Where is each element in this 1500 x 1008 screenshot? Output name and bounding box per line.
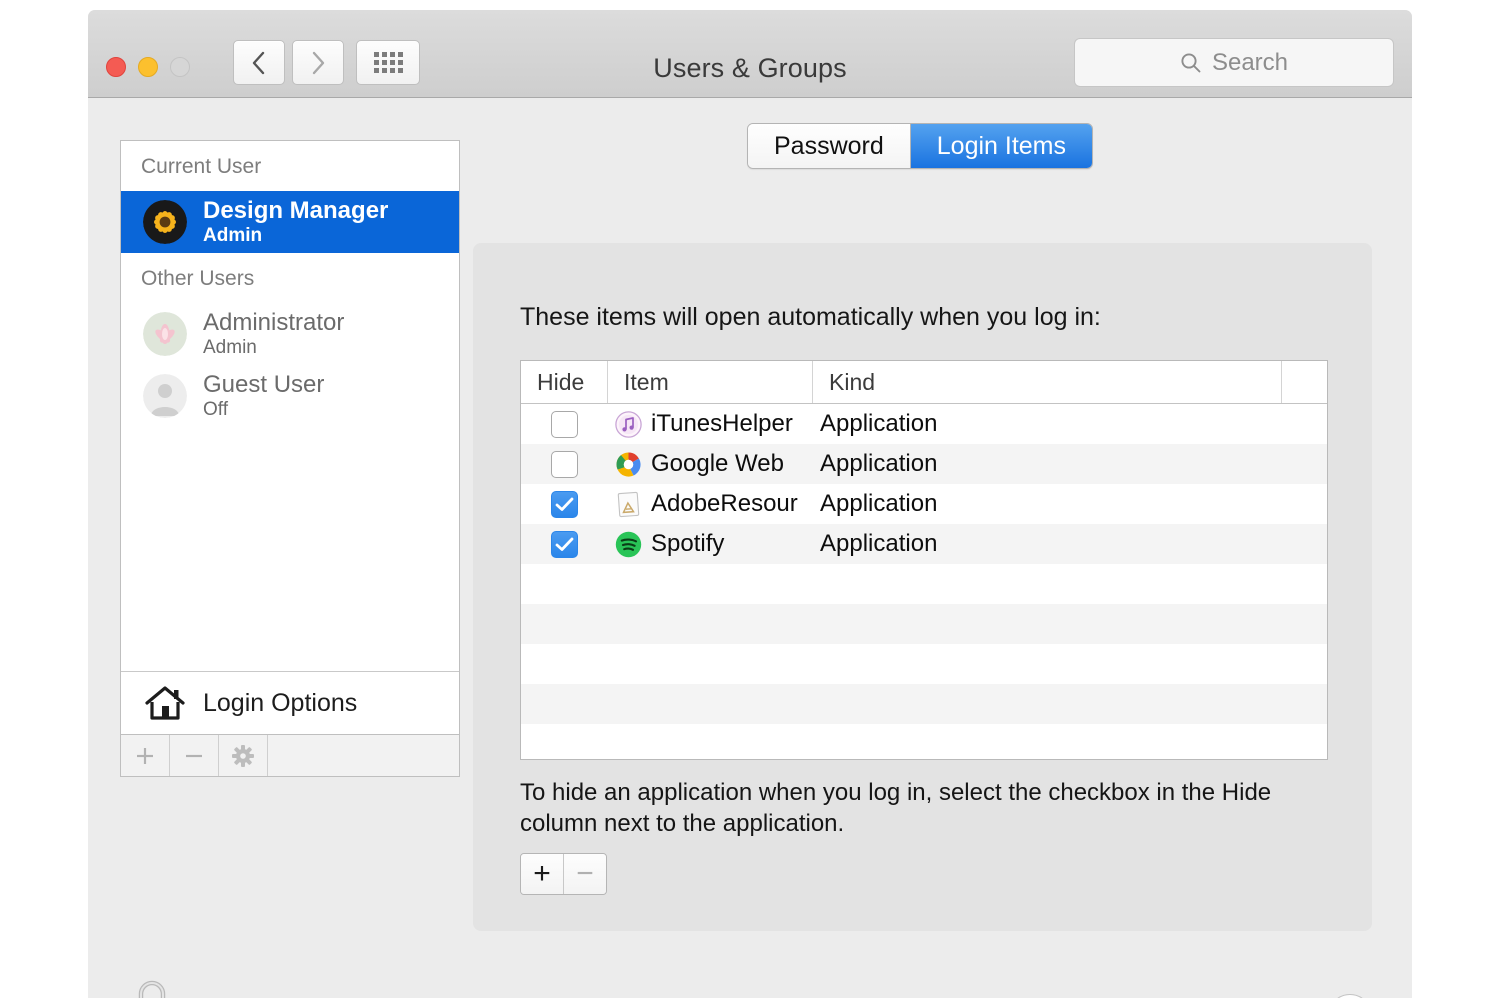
login-items-table: Hide Item Kind <box>520 360 1328 760</box>
window-titlebar: Users & Groups Search <box>88 10 1412 98</box>
tab-login-items[interactable]: Login Items <box>910 124 1092 168</box>
user-role: Admin <box>203 225 388 246</box>
hide-cell <box>521 451 607 478</box>
add-login-item-button[interactable]: + <box>521 854 563 894</box>
settings-gear-button[interactable] <box>219 735 268 776</box>
gear-icon <box>231 744 255 768</box>
hide-checkbox[interactable] <box>551 531 578 558</box>
add-remove-buttons: + − <box>520 853 607 895</box>
user-name-block: Guest User Off <box>203 372 324 420</box>
user-name: Guest User <box>203 372 324 399</box>
sidebar-item-administrator[interactable]: Administrator Admin <box>121 303 459 365</box>
item-name: iTunesHelper <box>651 410 793 438</box>
group-header-other-users: Other Users <box>121 253 459 303</box>
item-kind: Application <box>820 450 937 477</box>
user-role: Off <box>203 399 324 420</box>
hide-checkbox[interactable] <box>551 491 578 518</box>
user-name-block: Administrator Admin <box>203 310 344 358</box>
item-kind: Application <box>820 530 937 557</box>
hide-cell <box>521 531 607 558</box>
kind-cell: Application <box>812 530 1327 558</box>
table-empty-row <box>521 604 1327 644</box>
user-role: Admin <box>203 337 344 358</box>
column-header-hide[interactable]: Hide <box>521 361 607 403</box>
lock-row: Click the lock to make changes. <box>126 978 552 998</box>
table-empty-row <box>521 564 1327 604</box>
item-cell: iTunesHelper <box>607 410 812 438</box>
tab-password[interactable]: Password <box>748 124 910 168</box>
remove-user-button[interactable] <box>170 735 219 776</box>
column-header-kind[interactable]: Kind <box>812 361 1281 403</box>
google-icon <box>615 451 642 478</box>
kind-cell: Application <box>812 410 1327 438</box>
users-sidebar: Current User <box>120 140 460 735</box>
kind-cell: Application <box>812 490 1327 518</box>
item-name: Google Web <box>651 450 784 478</box>
user-name-block: Design Manager Admin <box>203 198 388 246</box>
help-button[interactable]: ? <box>1328 994 1372 998</box>
checkmark-icon <box>555 497 574 512</box>
sidebar-spacer <box>121 427 459 671</box>
kind-cell: Application <box>812 450 1327 478</box>
tab-bar: Password Login Items <box>747 123 1093 169</box>
table-row[interactable]: Spotify Application <box>521 524 1327 564</box>
login-items-panel: These items will open automatically when… <box>473 243 1372 931</box>
table-header-row: Hide Item Kind <box>521 361 1327 404</box>
sidebar-item-guest-user[interactable]: Guest User Off <box>121 365 459 427</box>
hide-cell <box>521 491 607 518</box>
table-row[interactable]: iTunesHelper Application <box>521 404 1327 444</box>
hide-checkbox[interactable] <box>551 411 578 438</box>
table-empty-row <box>521 684 1327 724</box>
search-input[interactable]: Search <box>1074 38 1394 87</box>
avatar-guest <box>143 374 187 418</box>
table-empty-row <box>521 644 1327 684</box>
sidebar-item-design-manager[interactable]: Design Manager Admin <box>121 191 459 253</box>
minus-icon <box>183 745 205 767</box>
add-user-button[interactable] <box>121 735 170 776</box>
hide-column-hint: To hide an application when you log in, … <box>520 778 1310 839</box>
checkmark-icon <box>555 537 574 552</box>
sidebar-toolbar-filler <box>268 735 459 776</box>
group-header-current-user: Current User <box>121 141 459 191</box>
column-header-item[interactable]: Item <box>607 361 812 403</box>
hide-checkbox[interactable] <box>551 451 578 478</box>
house-icon <box>143 683 187 723</box>
login-options-label: Login Options <box>203 689 357 718</box>
hide-cell <box>521 411 607 438</box>
user-name: Administrator <box>203 310 344 337</box>
adobe-icon <box>615 491 642 518</box>
item-cell: AdobeResour <box>607 490 812 518</box>
table-row[interactable]: AdobeResour Application <box>521 484 1327 524</box>
item-cell: Google Web <box>607 450 812 478</box>
table-empty-row <box>521 724 1327 760</box>
search-placeholder: Search <box>1212 49 1288 77</box>
padlock-locked-icon[interactable] <box>126 978 178 998</box>
spotify-icon <box>615 531 642 558</box>
item-name: AdobeResour <box>651 490 798 518</box>
table-row[interactable]: Google Web Application <box>521 444 1327 484</box>
avatar-sunflower <box>143 200 187 244</box>
itunes-icon <box>615 411 642 438</box>
preferences-window: Users & Groups Search Current User <box>88 10 1412 998</box>
item-name: Spotify <box>651 530 724 558</box>
item-kind: Application <box>820 490 937 517</box>
item-kind: Application <box>820 410 937 437</box>
window-content: Current User <box>88 98 1412 998</box>
column-header-spacer <box>1281 361 1327 403</box>
user-name: Design Manager <box>203 198 388 225</box>
avatar-lotus <box>143 312 187 356</box>
panel-heading: These items will open automatically when… <box>520 303 1101 332</box>
lock-message: Click the lock to make changes. <box>200 995 552 998</box>
sidebar-item-login-options[interactable]: Login Options <box>121 671 459 734</box>
item-cell: Spotify <box>607 530 812 558</box>
sidebar-toolbar <box>120 735 460 777</box>
search-icon <box>1180 52 1202 74</box>
remove-login-item-button[interactable]: − <box>563 854 606 894</box>
plus-icon <box>134 745 156 767</box>
